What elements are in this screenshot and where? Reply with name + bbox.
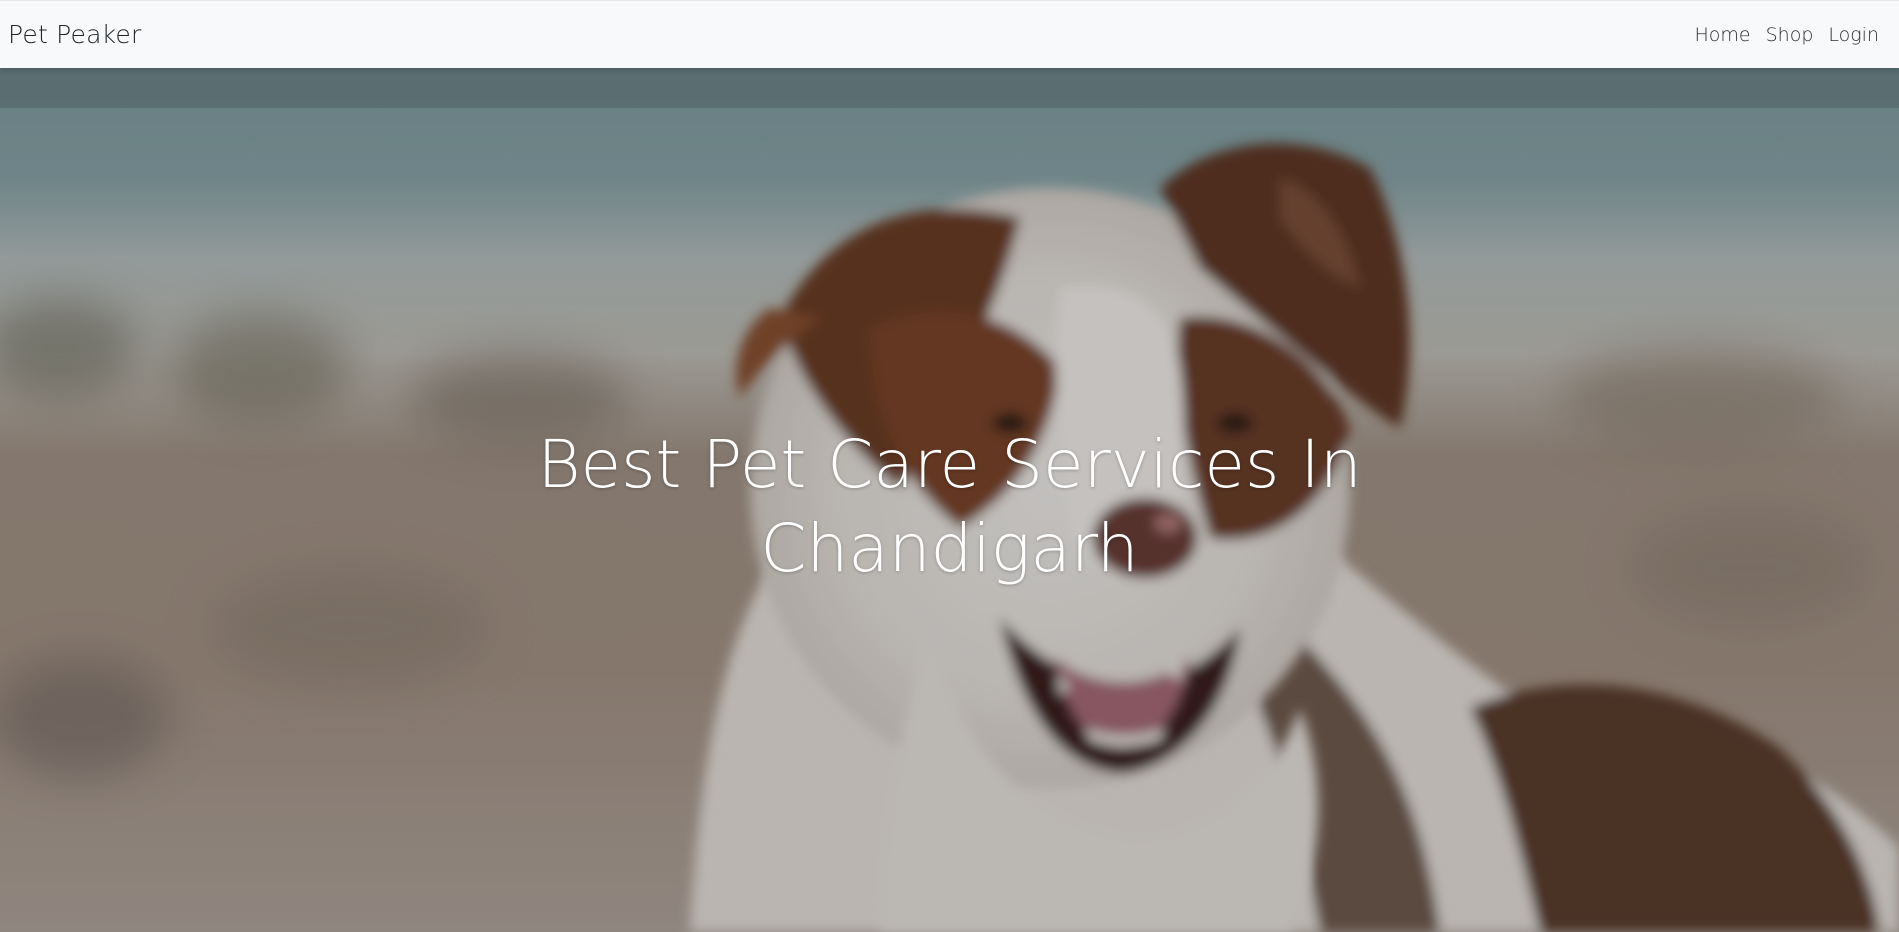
navbar: Pet Peaker Home Shop Login [0, 0, 1899, 68]
nav-links: Home Shop Login [1694, 24, 1879, 46]
hero-title-line-1: Best Pet Care Services In [537, 426, 1362, 503]
hero-section: Best Pet Care Services In Chandigarh [0, 68, 1899, 932]
nav-link-home[interactable]: Home [1694, 24, 1750, 46]
hero-title: Best Pet Care Services In Chandigarh [0, 423, 1899, 591]
hero-title-line-2: Chandigarh [760, 510, 1139, 587]
nav-link-shop[interactable]: Shop [1766, 24, 1814, 46]
nav-link-login[interactable]: Login [1828, 24, 1879, 46]
brand-logo-link[interactable]: Pet Peaker [8, 20, 141, 49]
